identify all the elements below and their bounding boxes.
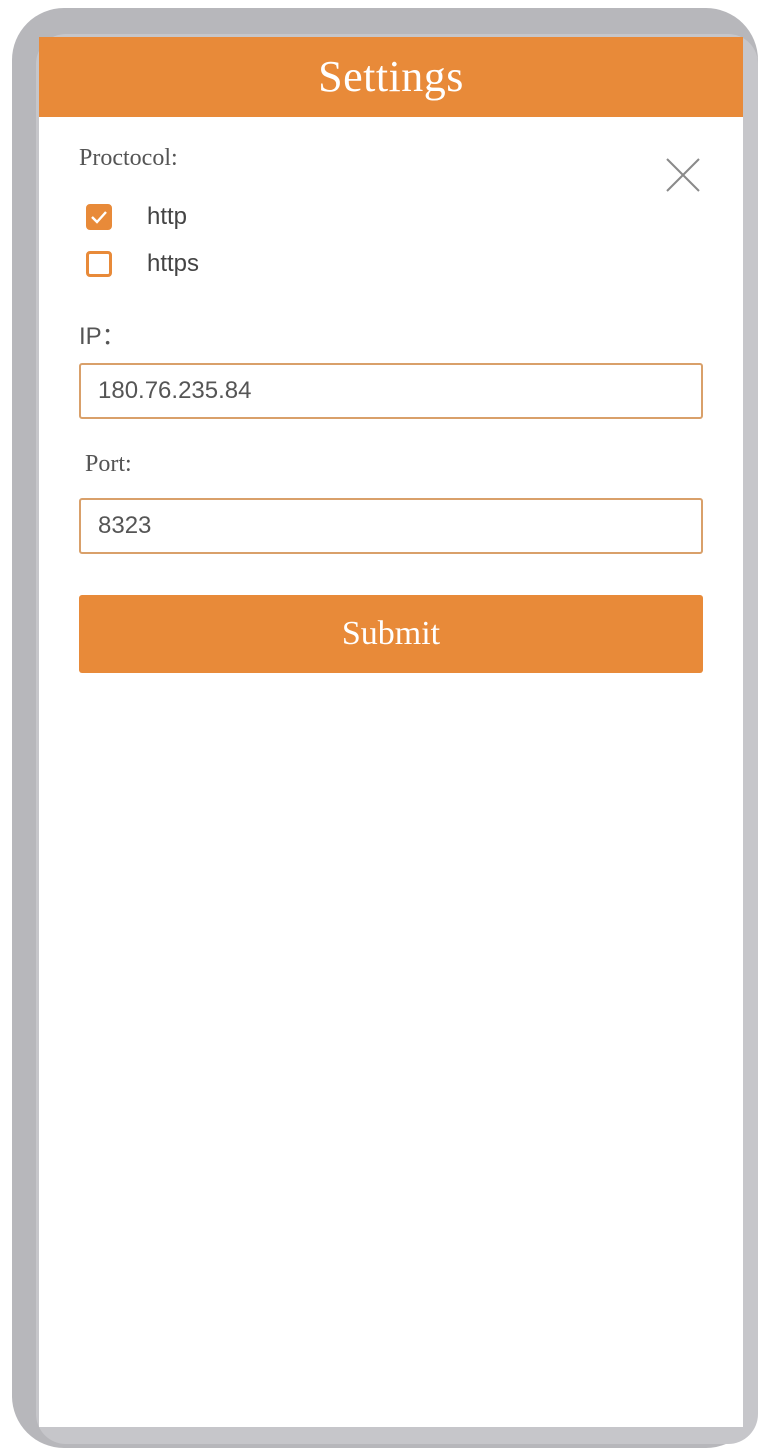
http-label: http (147, 203, 188, 230)
port-label: Port: (85, 451, 132, 477)
port-input[interactable] (79, 498, 703, 554)
http-checkbox[interactable] (86, 204, 112, 230)
https-checkbox[interactable] (86, 251, 112, 277)
protocol-option-https[interactable]: https (86, 244, 199, 284)
https-label: https (147, 250, 200, 277)
protocol-option-http[interactable]: http (86, 197, 187, 237)
protocol-label: Proctocol: (79, 145, 178, 171)
ip-label: IP： (79, 323, 126, 350)
header-bar: Settings (39, 37, 743, 117)
page-title: Settings (318, 52, 464, 101)
settings-dialog: Settings Proctocol: http https IP： Port:… (39, 37, 743, 1427)
submit-button[interactable]: Submit (79, 595, 703, 673)
close-button[interactable] (663, 155, 703, 195)
check-icon (91, 211, 107, 224)
close-icon (666, 158, 700, 192)
ip-input[interactable] (79, 363, 703, 419)
